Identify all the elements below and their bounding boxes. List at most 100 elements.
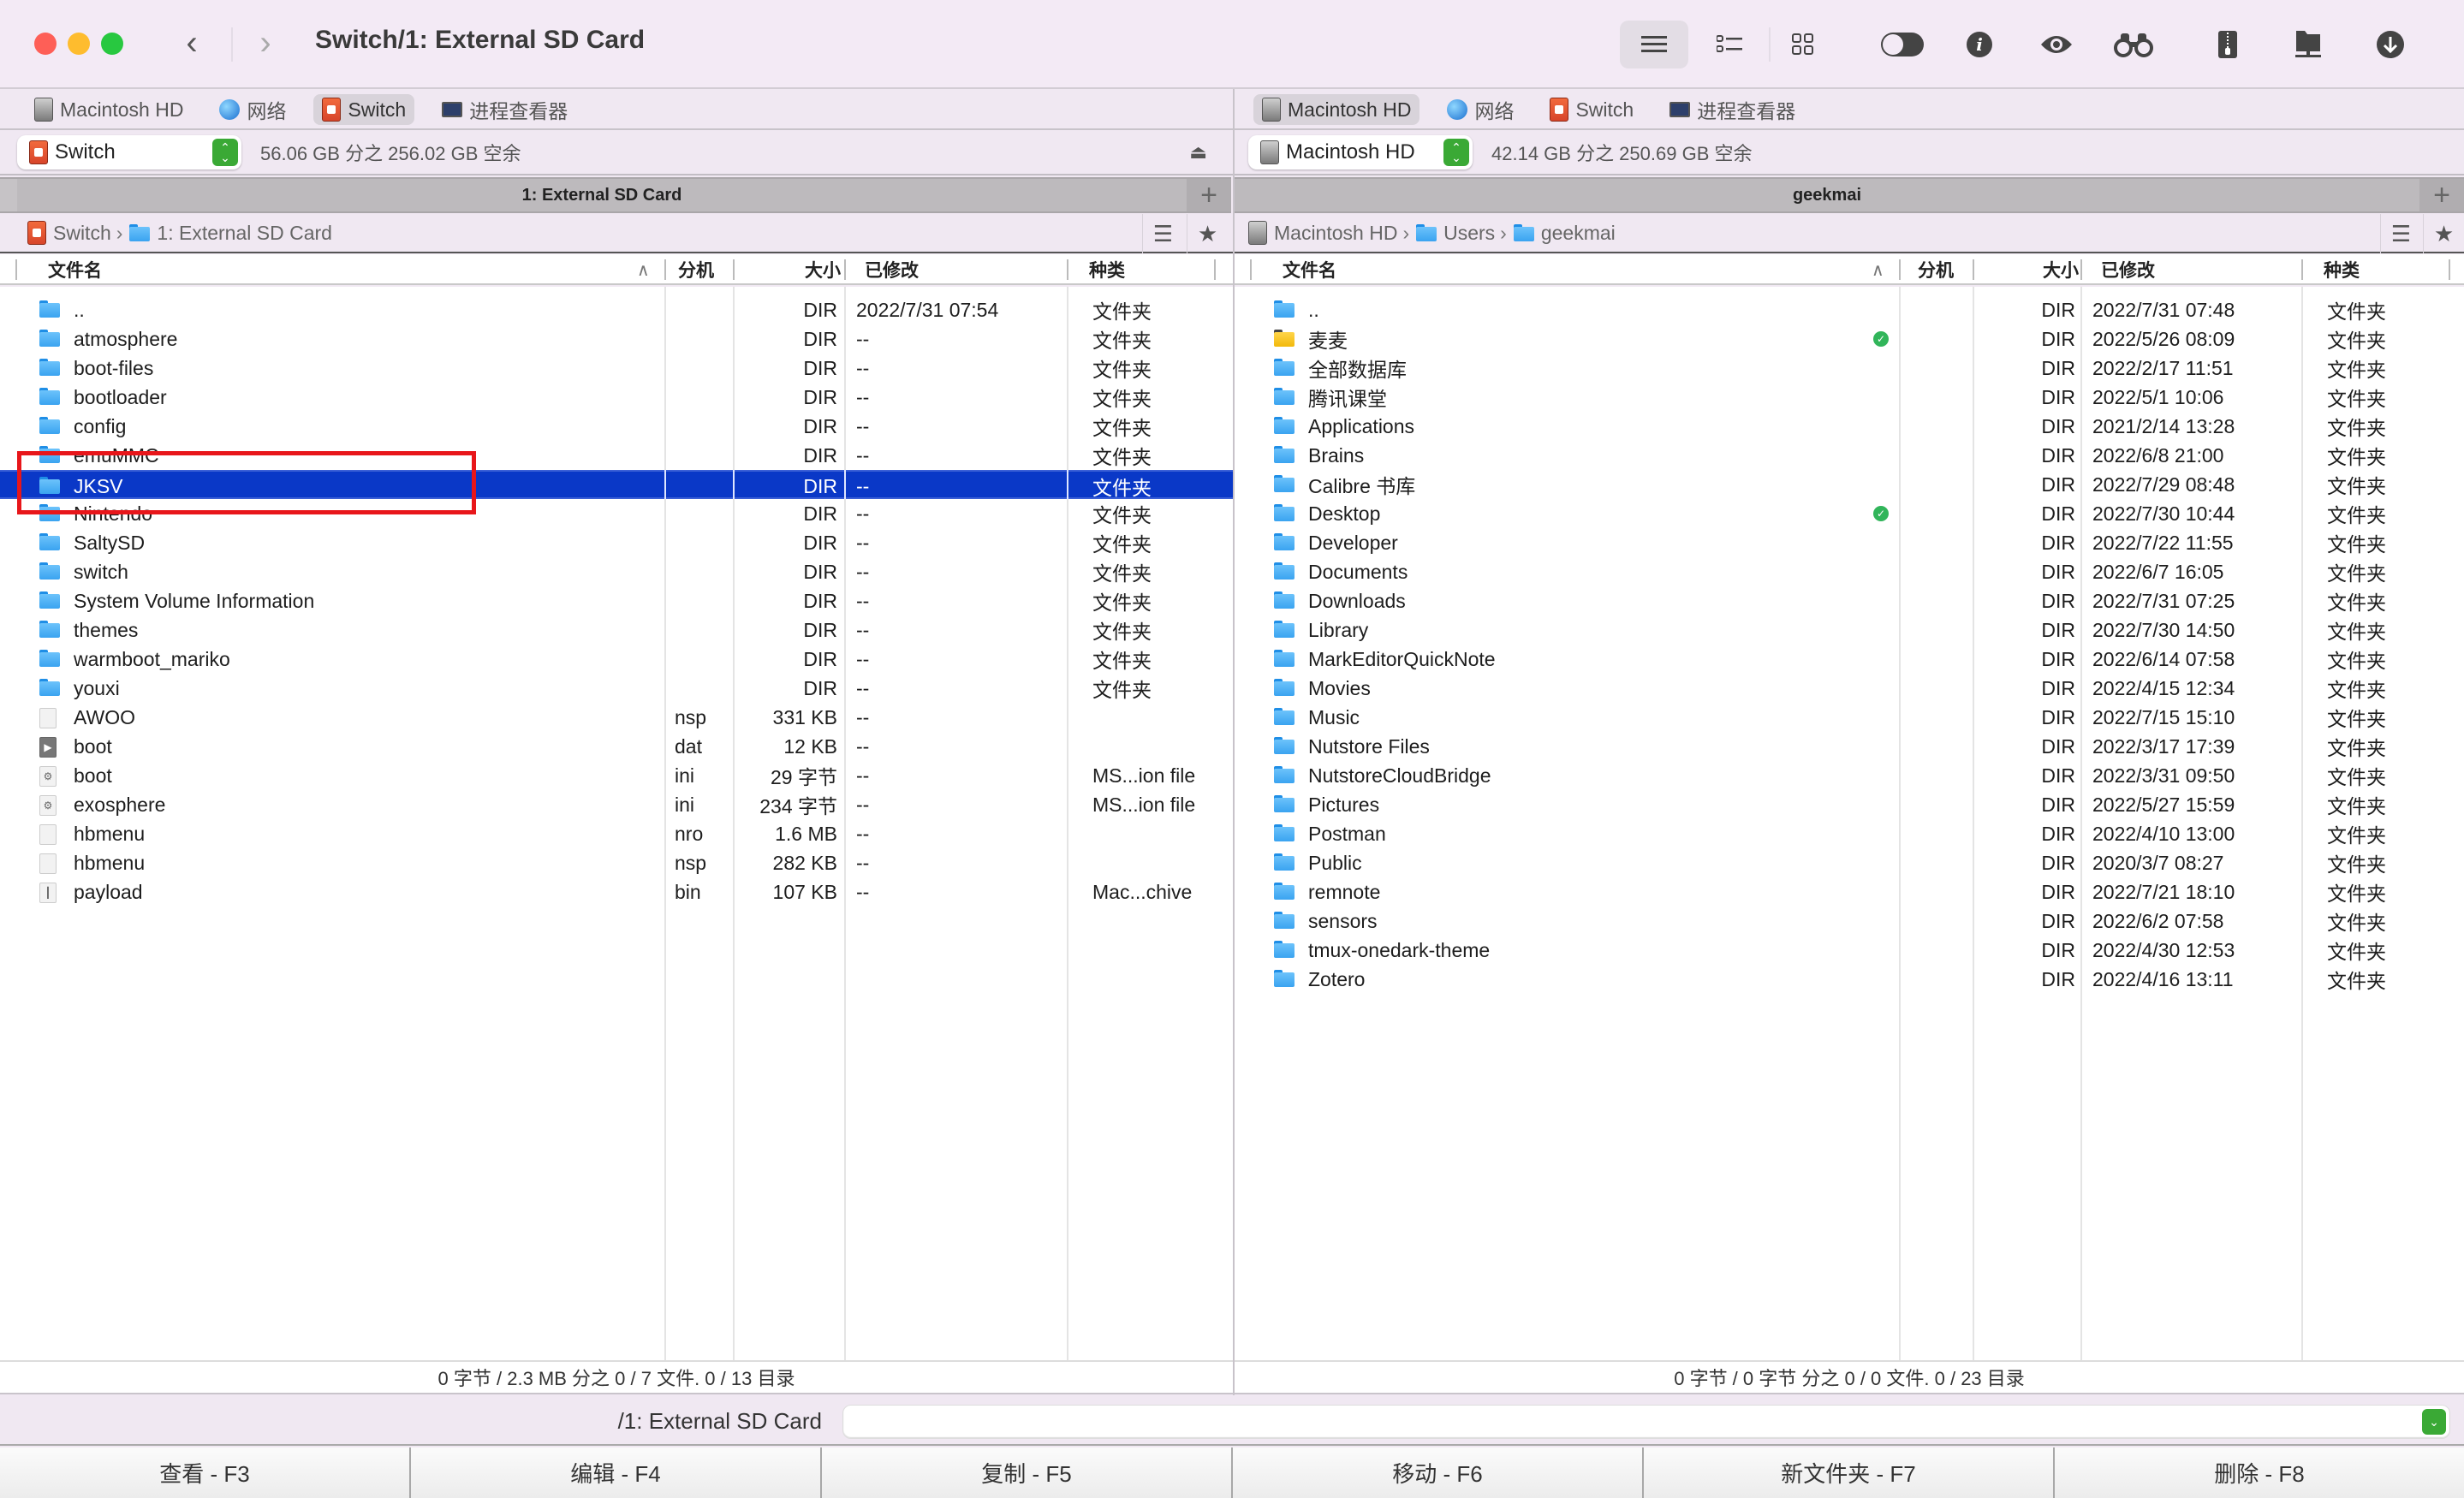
volume-tab[interactable]: 进程查看器 [1661, 94, 1804, 125]
file-row[interactable]: Downloads DIR 2022/7/31 07:25 文件夹 [1235, 586, 2464, 615]
volume-tab[interactable]: 网络 [1438, 94, 1522, 125]
file-row[interactable]: sensors DIR 2022/6/2 07:58 文件夹 [1235, 907, 2464, 936]
file-row[interactable]: System Volume Information DIR -- 文件夹 [0, 586, 1233, 615]
new-folder-f7-button[interactable]: 新文件夹 - F7 [1644, 1447, 2055, 1498]
file-row[interactable]: switch DIR -- 文件夹 [0, 557, 1233, 586]
up-down-chevron-icon[interactable]: ⌃ ⌄ [212, 139, 238, 166]
column-divider[interactable] [1899, 259, 1901, 280]
breadcrumb-item[interactable]: Users [1416, 222, 1495, 245]
volume-tab[interactable]: Macintosh HD [1253, 94, 1420, 125]
left-pane-tab[interactable]: 1: External SD Card [17, 177, 1187, 213]
toggle-hidden-files-button[interactable] [1868, 21, 1937, 68]
file-row[interactable]: .. DIR 2022/7/31 07:54 文件夹 [0, 295, 1233, 324]
file-row[interactable]: Movies DIR 2022/4/15 12:34 文件夹 [1235, 674, 2464, 703]
preview-button[interactable] [2022, 21, 2091, 68]
file-row[interactable]: hbmenu nro 1.6 MB -- [0, 819, 1233, 848]
volume-tab[interactable]: Switch [313, 94, 415, 125]
file-row[interactable]: ⚙ boot ini 29 字节 -- MS...ion file [0, 761, 1233, 790]
right-file-list[interactable]: .. DIR 2022/7/31 07:48 文件夹 麦麦 DIR 2022/5/26 08… [1235, 287, 2464, 1360]
file-row[interactable]: Applications DIR 2021/2/14 13:28 文件夹 [1235, 412, 2464, 441]
file-row[interactable]: config DIR -- 文件夹 [0, 412, 1233, 441]
file-row[interactable]: Music DIR 2022/7/15 15:10 文件夹 [1235, 703, 2464, 732]
file-row[interactable]: boot-files DIR -- 文件夹 [0, 354, 1233, 383]
column-header-ext[interactable]: 分机 [1918, 254, 1954, 285]
column-header-modified[interactable]: 已修改 [865, 254, 919, 285]
detail-list-view-button[interactable] [1695, 21, 1764, 68]
file-row[interactable]: tmux-onedark-theme DIR 2022/4/30 12:53 文件夹 [1235, 936, 2464, 965]
archive-button[interactable] [2193, 21, 2262, 68]
edit-f4-button[interactable]: 编辑 - F4 [411, 1447, 822, 1498]
eject-icon[interactable]: ⏏ [1189, 141, 1207, 163]
file-row[interactable]: Documents DIR 2022/6/7 16:05 文件夹 [1235, 557, 2464, 586]
file-row[interactable]: youxi DIR -- 文件夹 [0, 674, 1233, 703]
zoom-window-button[interactable] [101, 33, 123, 55]
file-row[interactable]: ⚙ exosphere ini 234 字节 -- MS...ion file [0, 790, 1233, 819]
file-row[interactable]: bootloader DIR -- 文件夹 [0, 383, 1233, 412]
column-header-modified[interactable]: 已修改 [2101, 254, 2155, 285]
column-header-kind[interactable]: 种类 [1089, 254, 1125, 285]
breadcrumb-item[interactable]: Switch [27, 221, 111, 245]
left-file-list[interactable]: .. DIR 2022/7/31 07:54 文件夹 atmosphere DIR -- 文件… [0, 287, 1233, 1360]
favorites-button[interactable]: ★ [1187, 214, 1228, 253]
breadcrumb-item[interactable]: Macintosh HD [1248, 221, 1397, 245]
file-row[interactable]: Developer DIR 2022/7/22 11:55 文件夹 [1235, 528, 2464, 557]
network-share-button[interactable] [2274, 21, 2342, 68]
sort-ascending-icon[interactable]: ∧ [1872, 259, 1884, 281]
favorites-button[interactable]: ★ [2423, 214, 2464, 253]
file-row[interactable]: Postman DIR 2022/4/10 13:00 文件夹 [1235, 819, 2464, 848]
file-row[interactable]: 腾讯课堂 DIR 2022/5/1 10:06 文件夹 [1235, 383, 2464, 412]
column-divider[interactable] [1250, 259, 1252, 280]
column-divider[interactable] [733, 259, 735, 280]
file-row[interactable]: 麦麦 DIR 2022/5/26 08:09 文件夹 ✓ [1235, 324, 2464, 354]
file-row[interactable]: Desktop DIR 2022/7/30 10:44 文件夹 ✓ [1235, 499, 2464, 528]
column-header-size[interactable]: 大小 [2024, 254, 2079, 285]
info-button[interactable]: i [1945, 21, 2014, 68]
close-window-button[interactable] [34, 33, 57, 55]
file-row[interactable]: AWOO nsp 331 KB -- [0, 703, 1233, 732]
volume-tab[interactable]: Macintosh HD [26, 94, 192, 125]
history-list-button[interactable]: ☰ [1142, 214, 1183, 253]
column-header-size[interactable]: 大小 [786, 254, 841, 285]
forward-button[interactable]: › [248, 24, 283, 63]
column-divider[interactable] [844, 259, 846, 280]
file-row[interactable]: hbmenu nsp 282 KB -- [0, 848, 1233, 877]
grid-view-button[interactable] [1769, 21, 1837, 68]
right-drive-selector[interactable]: Macintosh HD ⌃ ⌄ [1248, 135, 1473, 169]
column-divider[interactable] [1973, 259, 1974, 280]
back-button[interactable]: ‹ [175, 24, 209, 63]
column-divider[interactable] [664, 259, 666, 280]
volume-tab[interactable]: 进程查看器 [433, 94, 576, 125]
file-row[interactable]: Nutstore Files DIR 2022/3/17 17:39 文件夹 [1235, 732, 2464, 761]
file-row[interactable]: MarkEditorQuickNote DIR 2022/6/14 07:58 文件夹 [1235, 645, 2464, 674]
file-row[interactable]: .. DIR 2022/7/31 07:48 文件夹 [1235, 295, 2464, 324]
column-divider[interactable] [15, 259, 17, 280]
history-list-button[interactable]: ☰ [2380, 214, 2421, 253]
minimize-window-button[interactable] [68, 33, 90, 55]
file-row[interactable]: Brains DIR 2022/6/8 21:00 文件夹 [1235, 441, 2464, 470]
download-button[interactable] [2356, 21, 2425, 68]
column-divider[interactable] [2449, 259, 2450, 280]
file-row[interactable]: Public DIR 2020/3/7 08:27 文件夹 [1235, 848, 2464, 877]
file-row[interactable]: remnote DIR 2022/7/21 18:10 文件夹 [1235, 877, 2464, 907]
column-divider[interactable] [2080, 259, 2082, 280]
file-row[interactable]: atmosphere DIR -- 文件夹 [0, 324, 1233, 354]
column-divider[interactable] [1214, 259, 1216, 280]
file-row[interactable]: Library DIR 2022/7/30 14:50 文件夹 [1235, 615, 2464, 645]
file-row[interactable]: NutstoreCloudBridge DIR 2022/3/31 09:50 文件夹 [1235, 761, 2464, 790]
file-row[interactable]: ▶ boot dat 12 KB -- [0, 732, 1233, 761]
volume-tab[interactable]: Switch [1541, 94, 1642, 125]
sort-ascending-icon[interactable]: ∧ [637, 259, 650, 281]
left-add-tab-button[interactable]: + [1187, 177, 1231, 213]
file-row[interactable]: emuMMC DIR -- 文件夹 [0, 441, 1233, 470]
search-button[interactable] [2099, 21, 2168, 68]
column-divider[interactable] [2301, 259, 2303, 280]
file-row[interactable]: Nintendo DIR -- 文件夹 [0, 499, 1233, 528]
right-pane-tab[interactable]: geekmai [1235, 177, 2419, 213]
move-f6-button[interactable]: 移动 - F6 [1233, 1447, 1644, 1498]
breadcrumb-item[interactable]: 1: External SD Card [129, 222, 332, 245]
breadcrumb-item[interactable]: geekmai [1513, 222, 1616, 245]
chevron-down-icon[interactable]: ⌄ [2422, 1409, 2446, 1435]
file-row[interactable]: warmboot_mariko DIR -- 文件夹 [0, 645, 1233, 674]
file-row[interactable]: themes DIR -- 文件夹 [0, 615, 1233, 645]
file-row[interactable]: ┃ payload bin 107 KB -- Mac...chive [0, 877, 1233, 907]
